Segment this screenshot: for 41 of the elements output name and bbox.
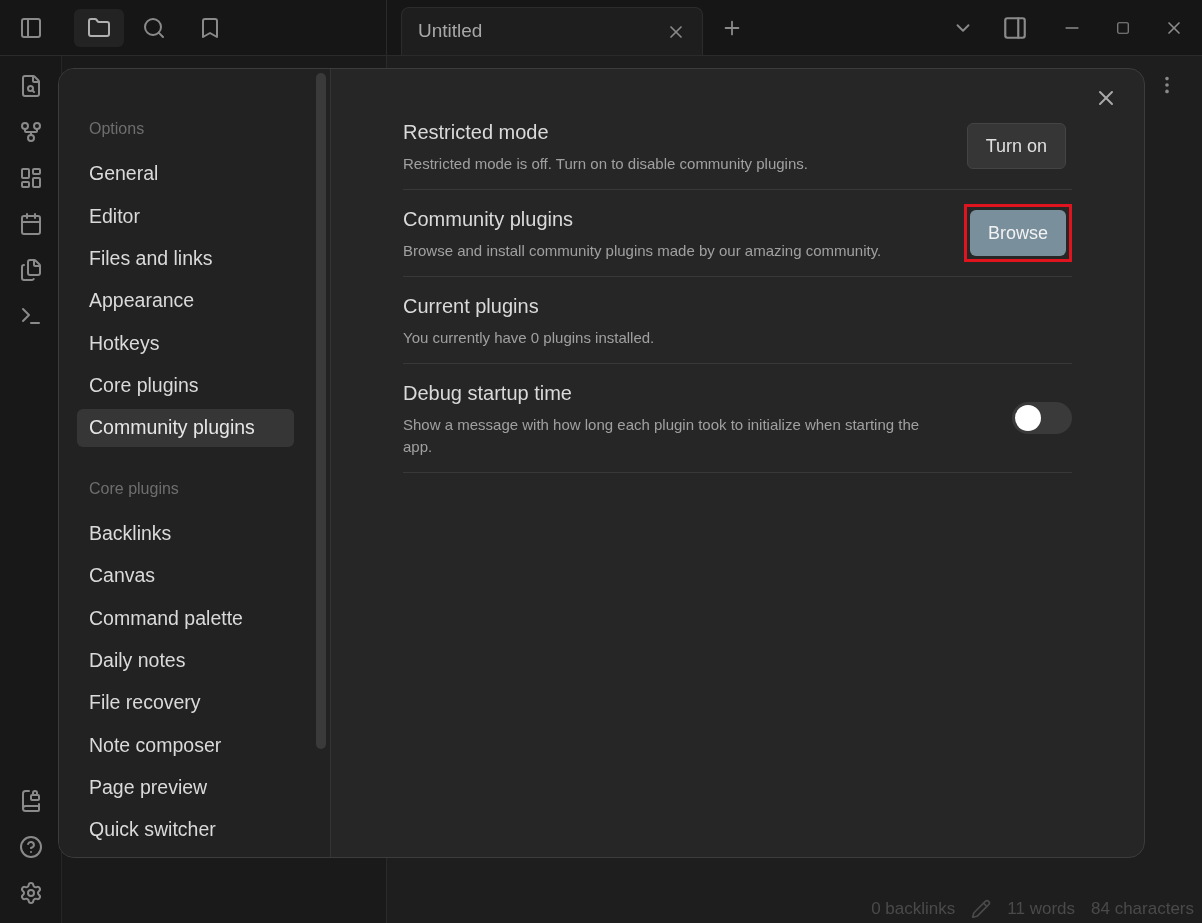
files-tab-button[interactable] <box>74 8 124 47</box>
setting-button[interactable]: Turn on <box>966 123 1066 169</box>
search-icon[interactable] <box>142 15 166 40</box>
scrollbar-thumb[interactable] <box>316 73 326 749</box>
nav-section-heading: Core plugins <box>88 478 180 499</box>
settings-icon[interactable] <box>18 881 43 905</box>
editor-tab[interactable]: Untitled <box>401 7 703 55</box>
nav-item[interactable]: Daily notes <box>77 641 294 680</box>
setting-title: Debug startup time <box>403 381 573 406</box>
sidebar-toggle-icon[interactable] <box>19 15 43 40</box>
nav-item[interactable]: Command palette <box>77 599 294 638</box>
help-icon[interactable] <box>18 835 43 859</box>
nav-item[interactable]: Files and links <box>77 239 294 278</box>
setting-description: Show a message with how long each plugin took to initialize when starting the app. <box>403 415 921 457</box>
setting-description: You currently have 0 plugins installed. <box>403 328 656 348</box>
folder-icon <box>87 15 111 40</box>
setting-description: Restricted mode is off. Turn on to disable community plugins. <box>403 154 809 174</box>
nav-item[interactable]: Canvas <box>77 557 294 596</box>
nav-item[interactable]: Editor <box>77 197 294 236</box>
setting-title: Community plugins <box>403 207 575 232</box>
nav-item[interactable]: Hotkeys <box>77 324 294 363</box>
right-sidebar-toggle-icon[interactable] <box>1002 14 1028 41</box>
setting-title: Restricted mode <box>403 120 550 145</box>
setting-title: Current plugins <box>403 294 540 319</box>
graph-icon[interactable] <box>18 120 43 144</box>
nav-item[interactable]: Page preview <box>77 768 294 807</box>
toggle-switch[interactable] <box>1012 402 1072 434</box>
calendar-icon[interactable] <box>18 212 43 236</box>
nav-item[interactable]: Note composer <box>77 726 294 765</box>
nav-item[interactable]: Appearance <box>77 281 294 320</box>
nav-item[interactable]: General <box>77 155 294 193</box>
nav-item[interactable]: Quick switcher <box>77 810 294 849</box>
canvas-icon[interactable] <box>18 166 43 190</box>
nav-section-heading: Options <box>88 119 146 139</box>
nav-item[interactable]: File recovery <box>77 683 294 722</box>
nav-item[interactable]: Core plugins <box>77 366 294 405</box>
nav-item[interactable]: Backlinks <box>77 514 294 553</box>
files-icon[interactable] <box>18 258 43 282</box>
maximize-icon[interactable] <box>1116 20 1130 35</box>
nav-item[interactable]: Community plugins <box>77 408 294 447</box>
setting-description: Browse and install community plugins made by our amazing community. <box>403 241 883 261</box>
